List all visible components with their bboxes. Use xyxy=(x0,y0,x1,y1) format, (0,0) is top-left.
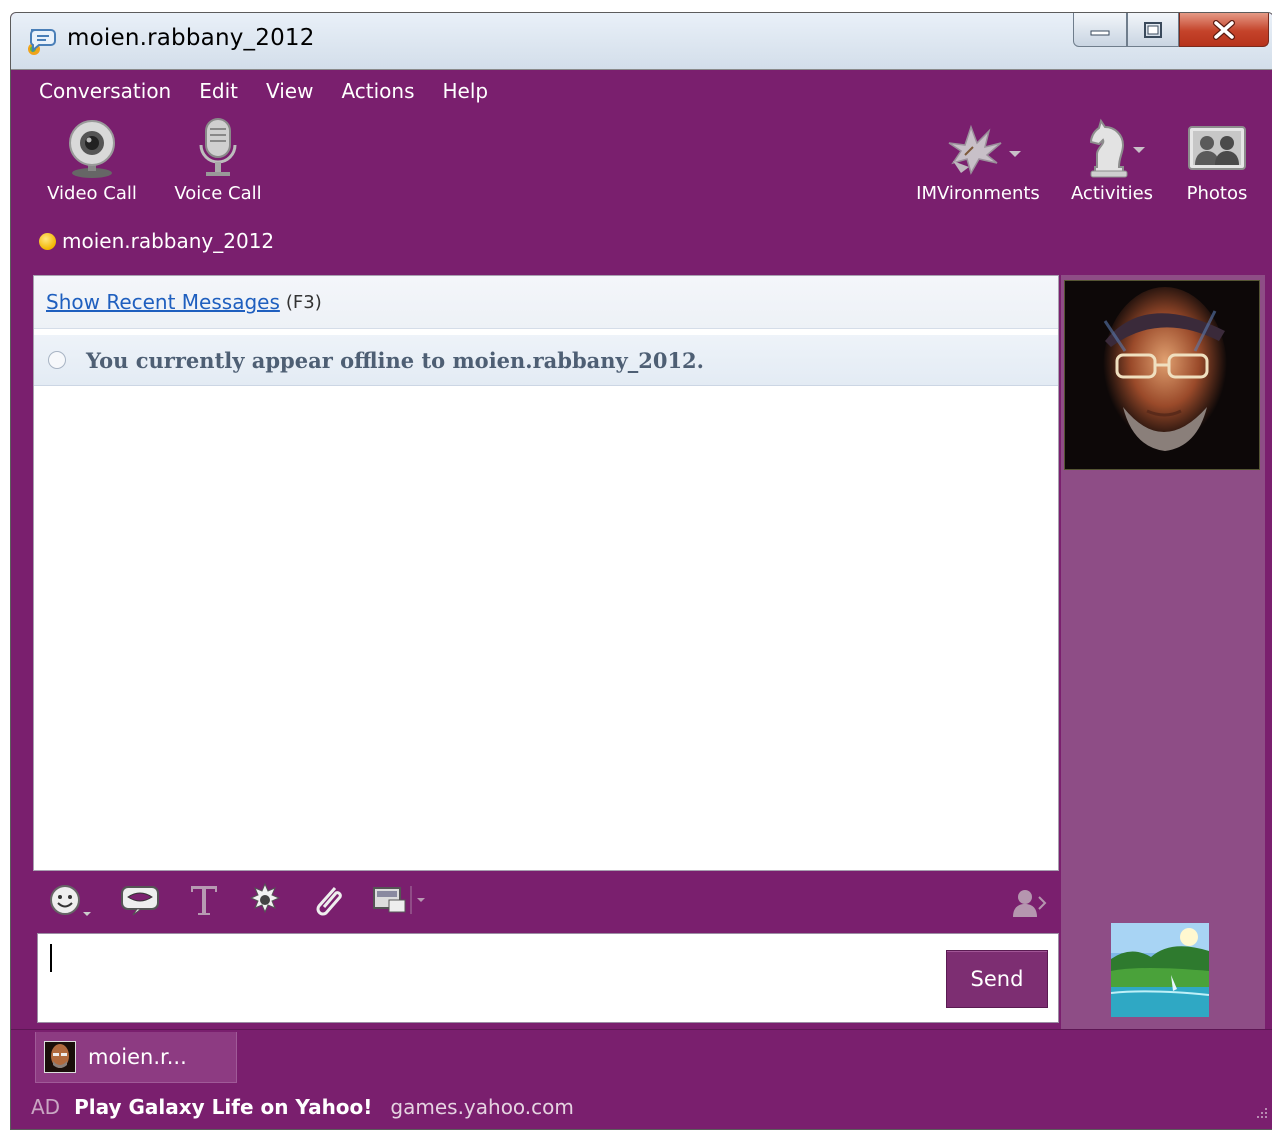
toggle-buddy-panel-icon[interactable] xyxy=(1009,887,1049,923)
send-button[interactable]: Send xyxy=(946,950,1048,1008)
close-button[interactable] xyxy=(1179,13,1269,47)
leaves-icon xyxy=(948,124,1021,175)
menu-edit[interactable]: Edit xyxy=(185,77,252,107)
voice-call-label: Voice Call xyxy=(174,183,262,204)
window-title: moien.rabbany_2012 xyxy=(67,25,315,51)
chess-knight-icon xyxy=(1089,118,1145,178)
messenger-app-icon xyxy=(25,25,57,57)
title-bar[interactable]: moien.rabbany_2012 xyxy=(11,13,1272,70)
microphone-icon xyxy=(199,118,237,176)
recent-messages-bar: Show Recent Messages (F3) xyxy=(34,276,1058,329)
conversation-tabs: moien.r... xyxy=(11,1029,1272,1084)
formatting-toolbar xyxy=(33,877,1059,927)
contact-name: moien.rabbany_2012 xyxy=(62,229,275,253)
menu-actions[interactable]: Actions xyxy=(327,77,428,107)
text-caret xyxy=(50,944,52,972)
my-avatar[interactable] xyxy=(1111,923,1209,1017)
resize-grip-icon[interactable] xyxy=(1253,1101,1269,1125)
idle-status-icon xyxy=(39,232,56,250)
ad-title[interactable]: Play Galaxy Life on Yahoo! xyxy=(74,1095,372,1119)
photos-icon xyxy=(1188,126,1246,170)
buzz-icon[interactable] xyxy=(247,882,283,922)
conversation-history[interactable]: Show Recent Messages (F3) You currently … xyxy=(33,275,1059,871)
imvironments-button[interactable]: IMVironments xyxy=(913,117,1043,204)
voice-call-button[interactable]: Voice Call xyxy=(163,117,273,204)
minimize-button[interactable] xyxy=(1073,13,1127,47)
audible-icon[interactable] xyxy=(119,883,161,921)
emoticon-icon[interactable] xyxy=(47,882,93,922)
activities-label: Activities xyxy=(1070,183,1154,204)
video-call-button[interactable]: Video Call xyxy=(37,117,147,204)
offline-notice: You currently appear offline to moien.ra… xyxy=(34,335,1058,386)
messenger-window: moien.rabbany_2012 Conversation Edit Vie… xyxy=(10,12,1272,1130)
menu-conversation[interactable]: Conversation xyxy=(11,77,185,107)
maximize-button[interactable] xyxy=(1127,13,1179,47)
share-screen-icon[interactable] xyxy=(371,882,431,922)
contact-avatar[interactable] xyxy=(1064,280,1260,470)
attach-file-icon[interactable] xyxy=(309,882,345,922)
activities-button[interactable]: Activities xyxy=(1067,117,1157,204)
conversation-tab[interactable]: moien.r... xyxy=(35,1032,237,1083)
close-icon xyxy=(1213,19,1235,40)
video-call-label: Video Call xyxy=(47,183,137,204)
tab-avatar xyxy=(44,1041,76,1073)
photos-button[interactable]: Photos xyxy=(1177,117,1257,204)
avatar-panel xyxy=(1061,275,1265,1035)
message-input[interactable]: Send xyxy=(37,933,1059,1023)
show-recent-messages-link[interactable]: Show Recent Messages xyxy=(46,290,280,314)
minimize-icon xyxy=(1090,30,1110,35)
window-controls xyxy=(1073,13,1269,49)
webcam-icon xyxy=(69,120,115,178)
ad-bar[interactable]: AD Play Galaxy Life on Yahoo! games.yaho… xyxy=(11,1085,1272,1129)
imvironments-label: IMVironments xyxy=(916,183,1040,204)
ad-url[interactable]: games.yahoo.com xyxy=(390,1095,573,1119)
offline-notice-text: You currently appear offline to moien.ra… xyxy=(86,347,704,373)
maximize-icon xyxy=(1144,21,1162,38)
recent-messages-shortcut: (F3) xyxy=(285,291,322,313)
menu-view[interactable]: View xyxy=(252,77,327,107)
offline-status-icon xyxy=(48,351,66,369)
menu-bar: Conversation Edit View Actions Help xyxy=(11,77,502,107)
conversation-tab-label: moien.r... xyxy=(88,1045,187,1069)
photos-label: Photos xyxy=(1186,183,1248,204)
ad-tag: AD xyxy=(31,1095,61,1119)
text-format-icon[interactable] xyxy=(187,882,221,922)
contact-status[interactable]: moien.rabbany_2012 xyxy=(39,229,274,253)
menu-help[interactable]: Help xyxy=(429,77,503,107)
